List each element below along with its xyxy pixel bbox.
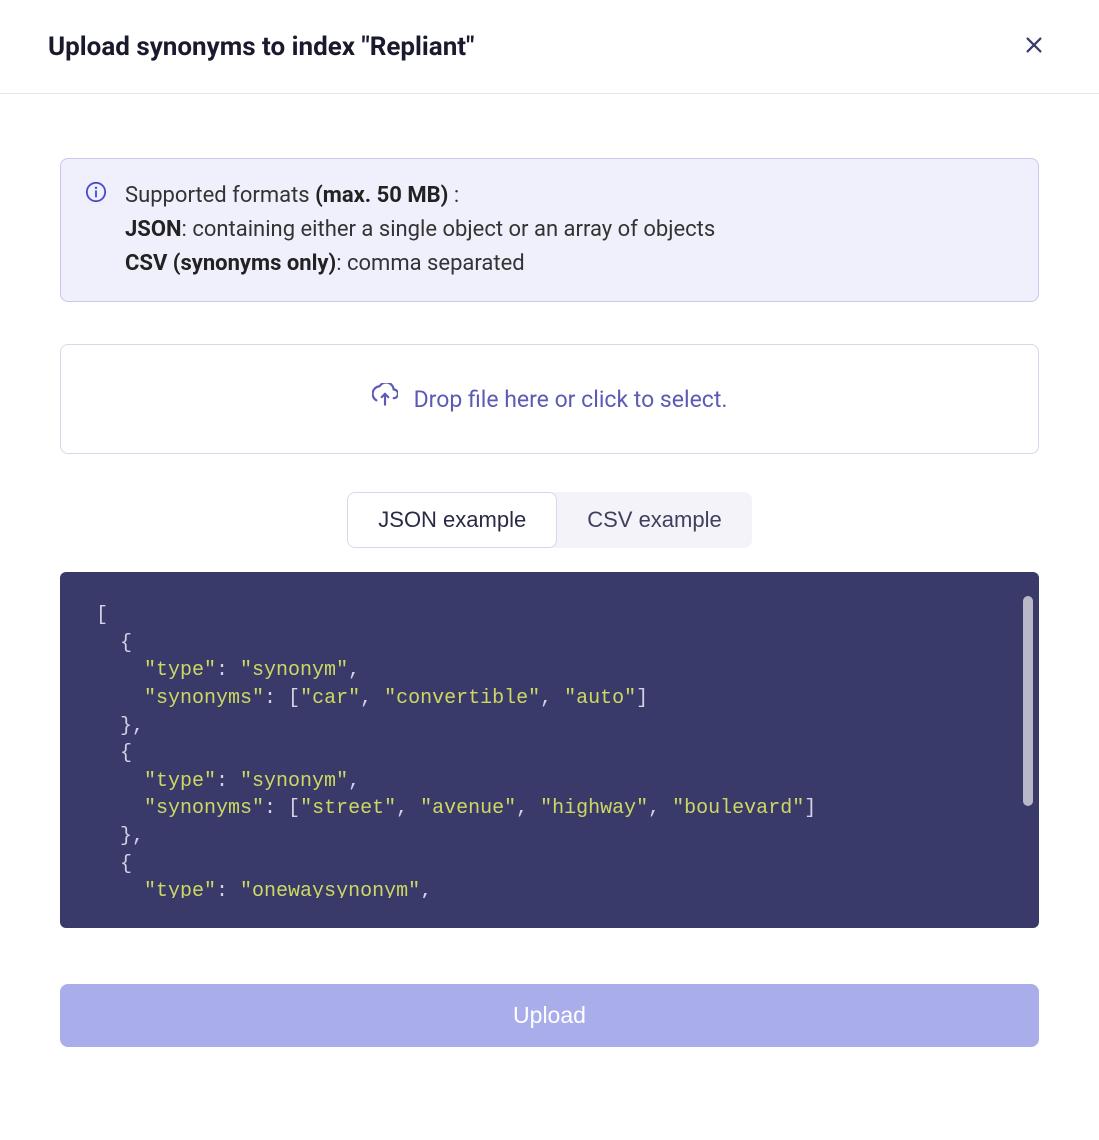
example-tabs: JSON example CSV example <box>60 492 1039 548</box>
info-json-desc: : containing either a single object or a… <box>182 217 716 242</box>
close-button[interactable] <box>1017 28 1051 65</box>
upload-icon <box>372 383 398 415</box>
info-json-label: JSON <box>125 217 182 242</box>
dialog-title: Upload synonyms to index "Repliant" <box>48 32 474 62</box>
code-content: [ { "type": "synonym", "synonyms": ["car… <box>96 602 1003 898</box>
supported-formats-info: Supported formats (max. 50 MB) : JSON: c… <box>60 158 1039 302</box>
dialog-header: Upload synonyms to index "Repliant" <box>0 0 1099 94</box>
info-csv-label: CSV (synonyms only) <box>125 251 336 276</box>
file-drop-zone[interactable]: Drop file here or click to select. <box>60 344 1039 454</box>
info-line1-suffix: : <box>448 183 459 208</box>
info-csv-desc: : comma separated <box>336 251 524 276</box>
info-line1-bold: (max. 50 MB) <box>315 183 448 208</box>
code-scroll-area[interactable]: [ { "type": "synonym", "synonyms": ["car… <box>96 602 1003 898</box>
info-line1-prefix: Supported formats <box>125 183 315 208</box>
info-icon <box>85 181 107 207</box>
drop-zone-text: Drop file here or click to select. <box>414 386 728 413</box>
scrollbar-thumb[interactable] <box>1023 596 1033 806</box>
tab-csv-example[interactable]: CSV example <box>557 492 752 548</box>
dialog-body: Supported formats (max. 50 MB) : JSON: c… <box>0 94 1099 1087</box>
tab-json-example[interactable]: JSON example <box>347 492 557 548</box>
upload-button[interactable]: Upload <box>60 984 1039 1047</box>
close-icon <box>1023 44 1045 59</box>
code-example: [ { "type": "synonym", "synonyms": ["car… <box>60 572 1039 928</box>
info-text: Supported formats (max. 50 MB) : JSON: c… <box>125 179 715 281</box>
